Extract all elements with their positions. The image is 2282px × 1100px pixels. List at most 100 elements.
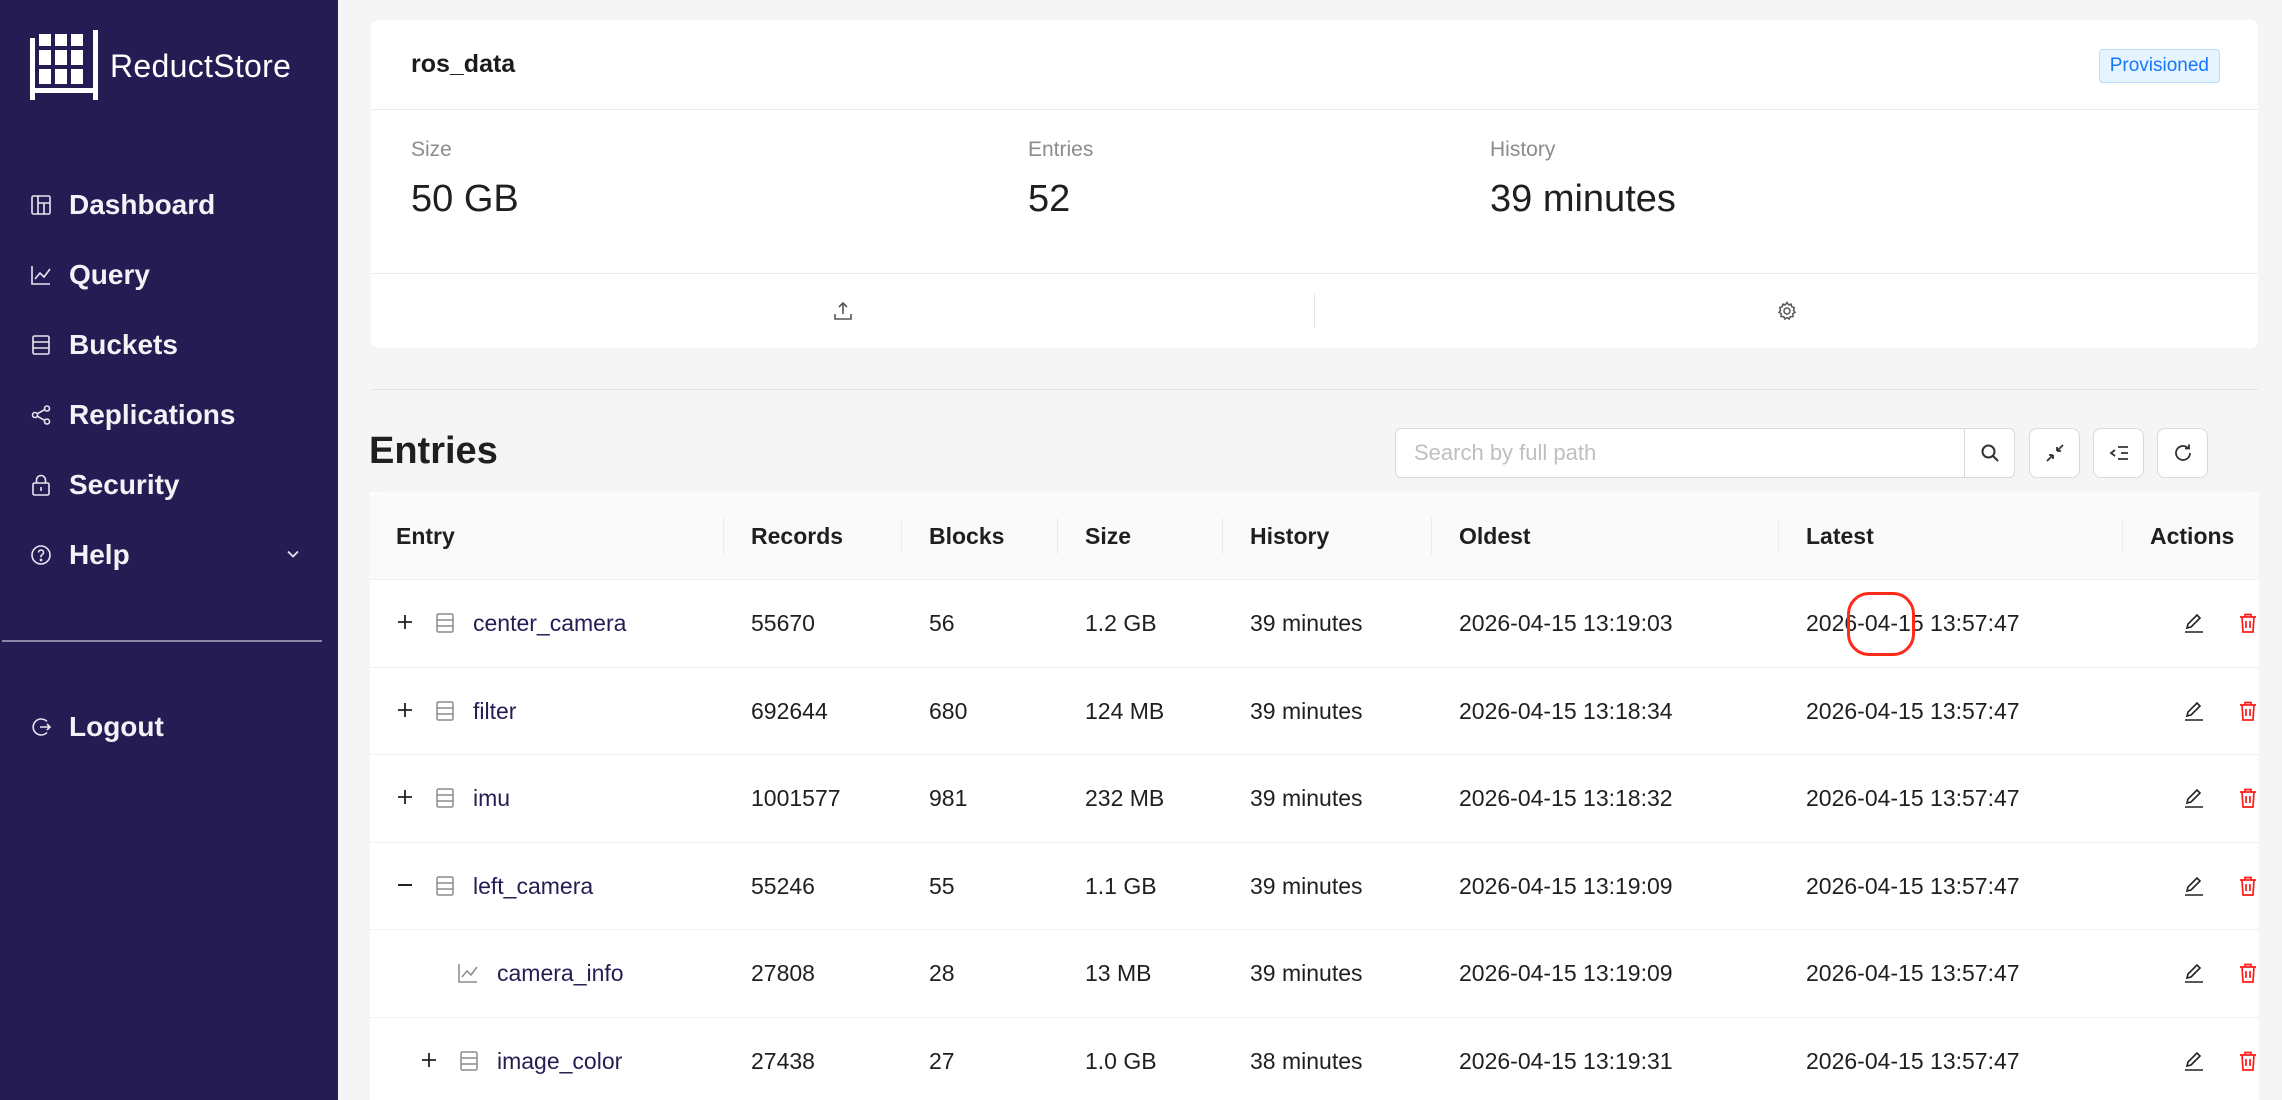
trash-icon [2240, 701, 2256, 721]
cell-history: 39 minutes [1250, 610, 1363, 636]
expand-button[interactable] [392, 697, 418, 723]
logo[interactable]: ReductStore [28, 30, 291, 102]
expand-button[interactable] [392, 784, 418, 810]
tree-expand-icon [2109, 446, 2128, 460]
column-header-history: History [1250, 522, 1330, 549]
edit-icon [2185, 613, 2203, 633]
sidebar-item-label: Help [69, 539, 130, 570]
entry-name-link[interactable]: camera_info [497, 930, 624, 1017]
search-input[interactable] [1396, 429, 1964, 477]
entry-name-link[interactable]: image_color [497, 1018, 622, 1100]
edit-button[interactable] [2181, 785, 2207, 811]
sidebar-item-dashboard[interactable]: Dashboard [0, 170, 338, 240]
plus-icon [398, 615, 412, 629]
delete-button[interactable] [2235, 698, 2261, 724]
collapse-icon [2045, 444, 2064, 462]
edit-button[interactable] [2181, 960, 2207, 986]
trash-icon [2240, 1051, 2256, 1071]
cell-oldest: 2026-04-15 13:18:34 [1459, 697, 1673, 724]
edit-button[interactable] [2181, 1048, 2207, 1074]
settings-button[interactable] [1315, 274, 2258, 347]
sidebar-item-label: Dashboard [69, 189, 216, 220]
cell-records: 55670 [751, 610, 815, 636]
entry-name-link[interactable]: imu [473, 755, 510, 842]
column-separator [1057, 518, 1058, 554]
table-row: center_camera 55670 56 1.2 GB 39 minutes… [370, 580, 2259, 668]
column-separator [901, 518, 902, 554]
database-icon [433, 786, 457, 810]
bucket-card: ros_data Provisioned Size 50 GB Entries … [371, 20, 2258, 348]
bucket-card-actions [371, 274, 2258, 347]
entry-name-link[interactable]: center_camera [473, 580, 626, 667]
sidebar-item-buckets[interactable]: Buckets [0, 310, 338, 380]
database-icon [433, 611, 457, 635]
search-box [1395, 428, 2015, 478]
cell-size: 1.2 GB [1085, 610, 1157, 636]
edit-button[interactable] [2181, 698, 2207, 724]
stat-entries: Entries 52 [1028, 138, 1093, 221]
upload-button[interactable] [371, 274, 1314, 347]
expand-button[interactable] [416, 1047, 442, 1073]
sidebar-divider [2, 640, 322, 642]
expand-tree-button[interactable] [2093, 428, 2144, 478]
main-content: ros_data Provisioned Size 50 GB Entries … [338, 0, 2282, 1100]
search-button[interactable] [1964, 429, 2014, 477]
delete-button[interactable] [2235, 610, 2261, 636]
stat-entries-value: 52 [1028, 178, 1071, 220]
stat-history-label: History [1490, 138, 1556, 161]
cell-records: 692644 [751, 697, 828, 724]
edit-icon [2185, 1051, 2203, 1071]
entries-table: Entry Records Blocks Size History Oldest… [370, 492, 2259, 1100]
entry-name-link[interactable]: left_camera [473, 843, 593, 930]
cell-oldest: 2026-04-15 13:19:09 [1459, 960, 1673, 986]
stat-history-value: 39 minutes [1490, 178, 1676, 220]
plus-icon [398, 702, 412, 717]
chevron-down-icon[interactable] [284, 545, 302, 563]
cell-records: 55246 [751, 872, 815, 899]
minus-icon [398, 883, 412, 886]
sidebar-item-security[interactable]: Security [0, 450, 338, 520]
sidebar: ReductStore Dashboard Query Buckets Repl… [0, 0, 338, 1100]
column-header-entry: Entry [396, 522, 455, 549]
edit-button[interactable] [2181, 610, 2207, 636]
cell-blocks: 981 [929, 785, 968, 811]
cell-history: 39 minutes [1250, 872, 1363, 899]
collapse-button[interactable] [392, 872, 418, 898]
cell-oldest: 2026-04-15 13:19:09 [1459, 872, 1673, 899]
logout-button[interactable]: Logout [0, 692, 338, 762]
sidebar-item-query[interactable]: Query [0, 240, 338, 310]
column-separator [1431, 518, 1432, 554]
delete-button[interactable] [2235, 785, 2261, 811]
entry-name-link[interactable]: filter [473, 668, 516, 755]
cell-size: 124 MB [1085, 697, 1165, 724]
column-header-latest: Latest [1806, 522, 1874, 549]
delete-button[interactable] [2235, 1048, 2261, 1074]
trash-icon [2240, 613, 2256, 633]
sidebar-item-replications[interactable]: Replications [0, 380, 338, 450]
share-icon [30, 404, 52, 426]
stat-history: History 39 minutes [1490, 138, 1676, 221]
expand-button[interactable] [392, 609, 418, 635]
collapse-all-button[interactable] [2029, 428, 2080, 478]
cell-size: 13 MB [1085, 960, 1152, 986]
table-row: left_camera 55246 55 1.1 GB 39 minutes 2… [370, 842, 2261, 930]
gear-icon [1777, 300, 1796, 320]
stat-size-value: 50 GB [411, 178, 519, 220]
column-separator [2122, 518, 2123, 554]
refresh-button[interactable] [2157, 428, 2208, 478]
sidebar-item-label: Security [69, 469, 180, 500]
cell-records: 1001577 [751, 785, 841, 811]
section-divider [371, 389, 2258, 390]
question-circle-icon [30, 544, 52, 566]
refresh-icon [2174, 444, 2191, 461]
delete-button[interactable] [2235, 873, 2261, 899]
line-chart-icon [30, 264, 52, 286]
sidebar-item-help[interactable]: Help [0, 520, 338, 590]
column-separator [723, 518, 724, 554]
search-icon [1981, 444, 1999, 462]
table-header: Entry Records Blocks Size History Oldest… [370, 492, 2259, 580]
delete-button[interactable] [2235, 960, 2261, 986]
edit-button[interactable] [2181, 873, 2207, 899]
column-header-actions: Actions [2150, 522, 2235, 549]
table-row: imu 1001577 981 232 MB 39 minutes 2026-0… [370, 755, 2259, 843]
